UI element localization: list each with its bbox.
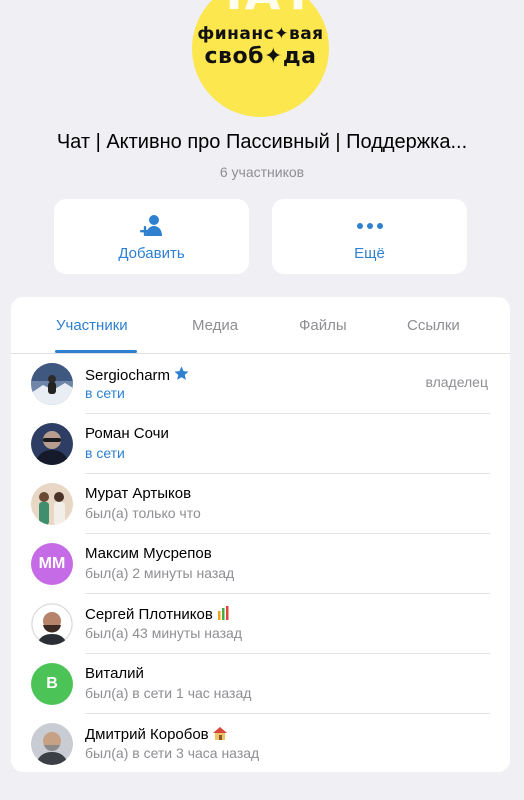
member-row[interactable]: Мурат Артыков был(а) только что bbox=[11, 474, 510, 534]
star-icon bbox=[173, 365, 190, 386]
member-name: Sergiocharm bbox=[85, 365, 190, 386]
member-name: Виталий bbox=[85, 665, 144, 682]
tab-files[interactable]: Файлы bbox=[299, 317, 347, 334]
member-name: Мурат Артыков bbox=[85, 485, 192, 502]
avatar-watermark: ЧАТ bbox=[192, 0, 329, 20]
chat-title: Чат | Активно про Пассивный | Поддержка.… bbox=[56, 131, 468, 153]
member-name: Дмитрий Коробов bbox=[85, 725, 228, 745]
member-count: 6 участников bbox=[219, 164, 305, 180]
avatar-text-line1: финанс✦вая bbox=[197, 24, 324, 44]
member-status: был(а) 2 минуты назад bbox=[85, 565, 235, 581]
add-user-icon bbox=[54, 213, 249, 239]
member-row[interactable]: Роман Сочи в сети bbox=[11, 414, 510, 474]
add-member-button[interactable]: Добавить bbox=[54, 199, 249, 274]
tab-members[interactable]: Участники bbox=[56, 317, 128, 334]
members-card: Участники Медиа Файлы Ссылки Sergiocharm… bbox=[11, 297, 510, 772]
member-name: Роман Сочи bbox=[85, 425, 169, 442]
member-row[interactable]: Sergiocharm в сети владелец bbox=[11, 354, 510, 414]
member-status: в сети bbox=[85, 445, 125, 461]
member-row[interactable]: Дмитрий Коробов был(а) в сети 3 часа наз… bbox=[11, 714, 510, 772]
member-avatar bbox=[31, 603, 73, 645]
member-status: был(а) только что bbox=[85, 505, 201, 521]
member-avatar bbox=[31, 483, 73, 525]
member-initials-avatar: В bbox=[31, 663, 73, 705]
active-tab-indicator bbox=[55, 350, 137, 353]
more-label: Ещё bbox=[354, 245, 385, 262]
tab-bar: Участники Медиа Файлы Ссылки bbox=[11, 297, 510, 354]
tab-links[interactable]: Ссылки bbox=[407, 317, 460, 334]
member-status: был(а) в сети 3 часа назад bbox=[85, 745, 260, 761]
member-avatar bbox=[31, 423, 73, 465]
money-bag-icon bbox=[216, 605, 232, 625]
tab-media[interactable]: Медиа bbox=[192, 317, 238, 334]
avatar-text-line2: своб✦да bbox=[204, 44, 317, 69]
house-icon bbox=[212, 725, 228, 745]
more-dots-icon bbox=[272, 213, 467, 239]
member-initials-avatar: ММ bbox=[31, 543, 73, 585]
member-row[interactable]: Сергей Плотников был(а) 43 минуты назад bbox=[11, 594, 510, 654]
member-row[interactable]: ММ Максим Мусрепов был(а) 2 минуты назад bbox=[11, 534, 510, 594]
group-avatar[interactable]: ЧАТ финанс✦вая своб✦да bbox=[192, 0, 329, 117]
member-status: в сети bbox=[85, 385, 125, 401]
member-row[interactable]: В Виталий был(а) в сети 1 час назад bbox=[11, 654, 510, 714]
member-name: Максим Мусрепов bbox=[85, 545, 212, 562]
member-name: Сергей Плотников bbox=[85, 605, 232, 625]
member-role: владелец bbox=[425, 374, 488, 390]
member-status: был(а) в сети 1 час назад bbox=[85, 685, 252, 701]
member-avatar bbox=[31, 723, 73, 765]
more-button[interactable]: Ещё bbox=[272, 199, 467, 274]
member-status: был(а) 43 минуты назад bbox=[85, 625, 242, 641]
member-avatar bbox=[31, 363, 73, 405]
add-member-label: Добавить bbox=[118, 245, 185, 262]
